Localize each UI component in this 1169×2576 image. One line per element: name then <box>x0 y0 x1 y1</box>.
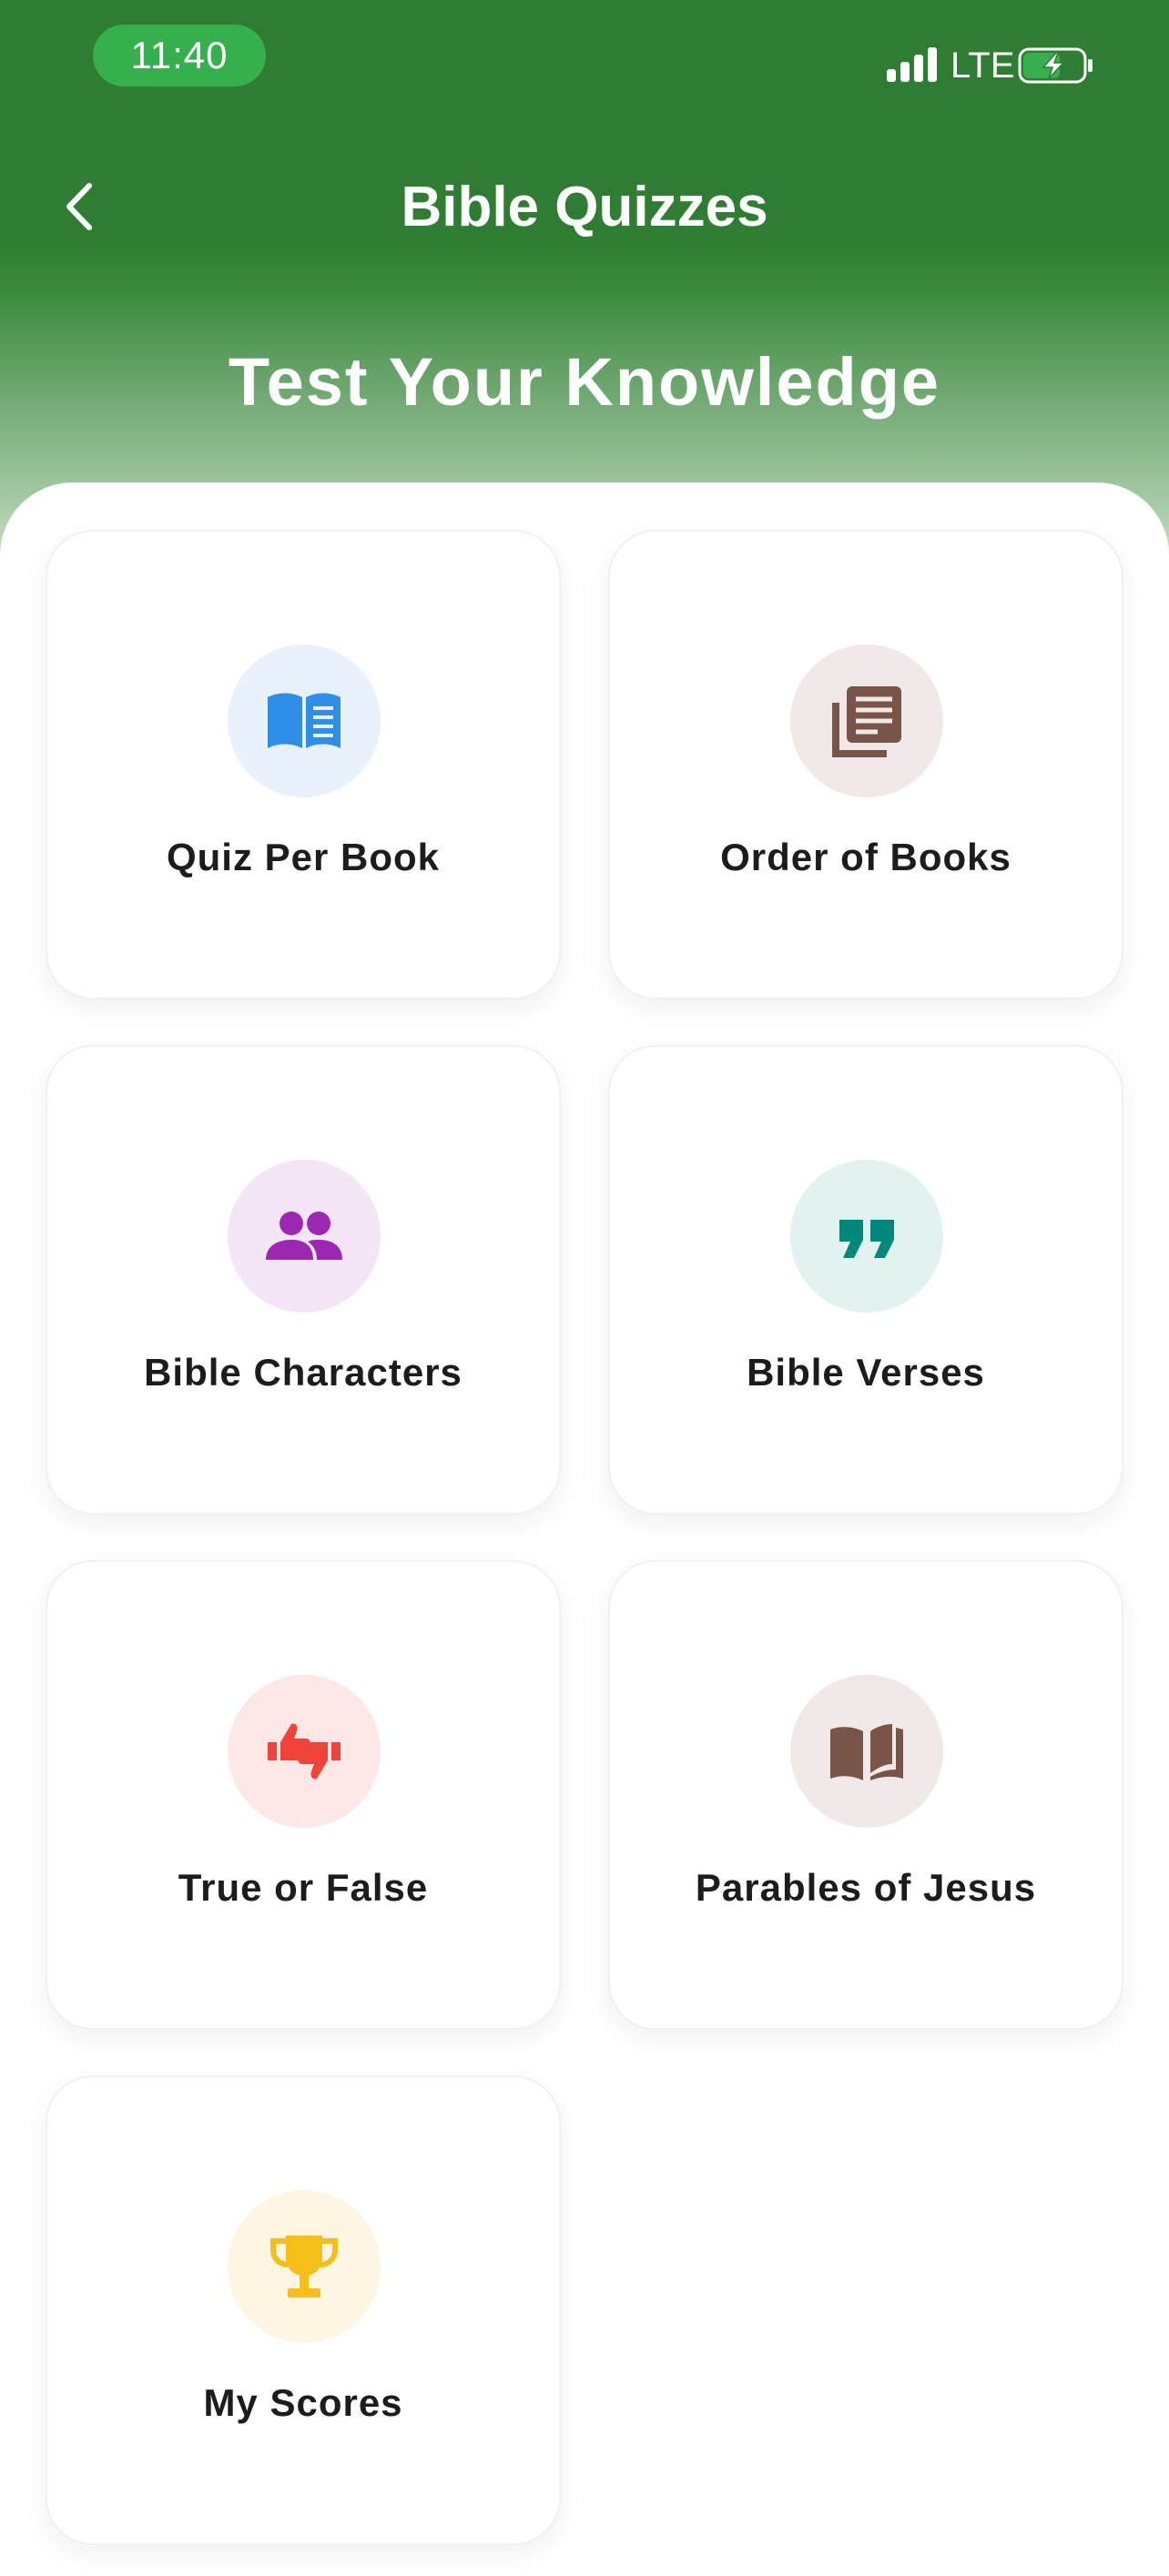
cellular-signal-icon <box>887 47 937 82</box>
card-label: Parables of Jesus <box>695 1866 1037 1909</box>
trophy-icon <box>270 2236 338 2297</box>
icon-circle <box>790 1160 943 1313</box>
navigation-bar: Bible Quizzes <box>0 155 1169 255</box>
hero-heading: Test Your Knowledge <box>228 344 941 420</box>
icon-circle <box>790 644 943 797</box>
status-bar: 11:40 LTE <box>0 0 1169 118</box>
card-label: Quiz Per Book <box>166 836 441 878</box>
card-label: True or False <box>178 1866 429 1909</box>
quote-icon <box>839 1220 894 1258</box>
network-type: LTE <box>950 46 1015 86</box>
battery-charging-icon <box>1018 47 1093 84</box>
true-or-false-card[interactable]: True or False <box>46 1560 561 2030</box>
content-sheet: Quiz Per Book Order of Books Bible Chara… <box>0 482 1169 2576</box>
icon-circle <box>228 644 381 797</box>
icon-circle <box>228 2190 381 2343</box>
card-label: Order of Books <box>720 836 1011 878</box>
icon-circle <box>228 1675 381 1828</box>
order-of-books-card[interactable]: Order of Books <box>608 530 1123 999</box>
parables-of-jesus-card[interactable]: Parables of Jesus <box>608 1560 1123 2030</box>
card-label: Bible Characters <box>144 1351 463 1394</box>
card-label: Bible Verses <box>747 1351 985 1394</box>
library-books-icon <box>832 686 901 757</box>
status-time: 11:40 <box>93 25 266 86</box>
card-label: My Scores <box>203 2381 403 2424</box>
thumbs-up-down-icon <box>268 1723 341 1780</box>
people-icon <box>266 1212 342 1260</box>
my-scores-card[interactable]: My Scores <box>46 2075 561 2545</box>
bible-verses-card[interactable]: Bible Verses <box>608 1045 1123 1515</box>
bible-characters-card[interactable]: Bible Characters <box>46 1045 561 1515</box>
open-book-icon <box>268 693 341 748</box>
menu-book-icon <box>830 1724 903 1780</box>
icon-circle <box>228 1160 381 1313</box>
quiz-per-book-card[interactable]: Quiz Per Book <box>46 530 561 999</box>
page-title: Bible Quizzes <box>401 176 768 238</box>
icon-circle <box>790 1675 943 1828</box>
